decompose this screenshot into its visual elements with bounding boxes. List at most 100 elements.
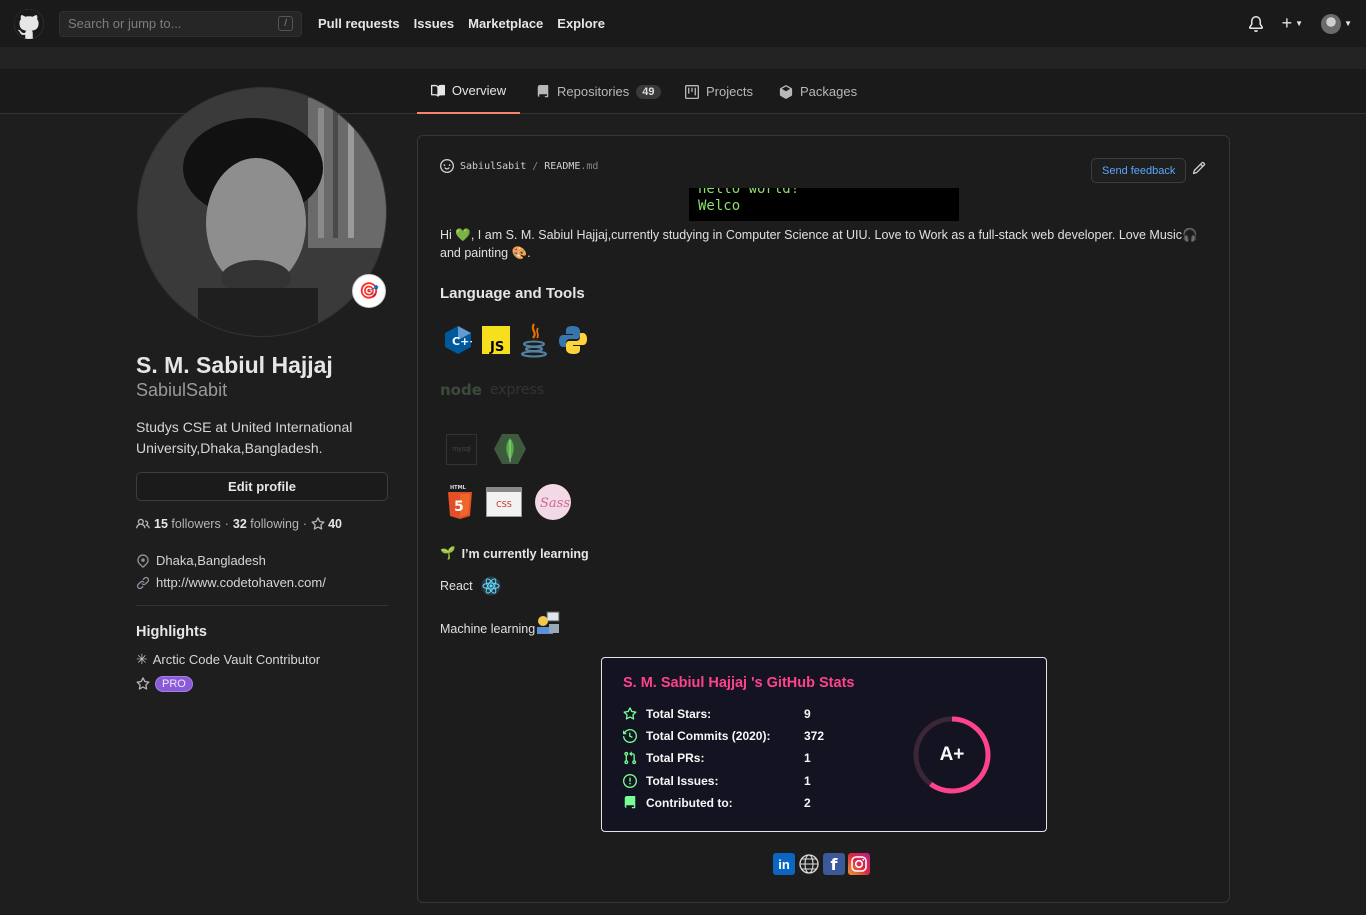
top-navigation-bar: / Pull requests Issues Marketplace Explo… (0, 0, 1366, 47)
people-icon (136, 518, 150, 529)
express-icon: express (489, 382, 545, 398)
smiley-icon (440, 159, 454, 173)
seedling-icon: 🌱 (440, 546, 456, 560)
stat-total-prs: Total PRs: 1 (623, 751, 811, 765)
following-link[interactable]: 32 following (233, 517, 299, 531)
profile-username: SabiulSabit (136, 380, 228, 400)
grade-label: A+ (939, 744, 965, 765)
facebook-icon[interactable]: f (823, 853, 845, 875)
history-icon (623, 729, 637, 743)
tab-repositories[interactable]: Repositories 49 (536, 69, 661, 114)
tab-overview[interactable]: Overview (417, 69, 520, 114)
nodejs-icon: node (440, 381, 482, 399)
star-icon (623, 707, 637, 720)
readme-file-link[interactable]: README.md (544, 161, 598, 172)
pencil-icon[interactable] (1192, 161, 1206, 175)
sidebar-divider (136, 605, 388, 606)
instagram-icon[interactable] (848, 853, 870, 875)
header-strip (0, 47, 1366, 69)
separator-dot: · (302, 517, 308, 531)
edit-profile-button[interactable]: Edit profile (136, 472, 388, 501)
status-emoji-button[interactable]: 🎯 (352, 274, 386, 308)
star-icon (311, 517, 325, 530)
readme-path: SabiulSabit / README.md (440, 159, 598, 173)
learning-machine-learning: Machine learning (440, 610, 561, 636)
highlights-title: Highlights (136, 624, 207, 640)
main-nav: Pull requests Issues Marketplace Explore (318, 16, 619, 31)
typing-banner: hello world! Welco (689, 188, 959, 221)
svg-text:HTML: HTML (450, 485, 467, 491)
database-icons: mysql (446, 432, 528, 466)
pull-request-icon (624, 751, 637, 765)
css3-icon: CSS (486, 487, 522, 517)
path-separator: / (532, 160, 539, 172)
nav-explore[interactable]: Explore (557, 16, 605, 31)
nav-issues[interactable]: Issues (414, 16, 454, 31)
tab-packages[interactable]: Packages (779, 69, 857, 114)
learning-heading: 🌱 I’m currently learning (440, 546, 589, 561)
link-icon (136, 576, 150, 589)
pro-badge: PRO (155, 676, 193, 692)
profile-readme: SabiulSabit / README.md Send feedback he… (417, 135, 1230, 903)
user-menu-dropdown[interactable]: ▼ (1321, 13, 1352, 34)
green-heart-icon: 💚 (455, 228, 471, 242)
repo-icon (624, 796, 636, 809)
java-icon (521, 323, 547, 358)
highlight-arctic-vault[interactable]: ✳ Arctic Code Vault Contributor (136, 651, 320, 668)
search-input[interactable] (68, 16, 258, 31)
followers-link[interactable]: 15 followers (154, 517, 221, 531)
search-box: / (59, 10, 302, 37)
send-feedback-button[interactable]: Send feedback (1091, 158, 1187, 183)
stars-link[interactable]: 40 (311, 517, 342, 531)
readme-intro: Hi 💚, I am S. M. Sabiul Hajjaj,currently… (440, 228, 1198, 260)
github-stats-card: S. M. Sabiul Hajjaj 's GitHub Stats Tota… (601, 657, 1047, 832)
robot-icon (537, 611, 560, 634)
social-links: in f (773, 853, 870, 875)
mongodb-icon (494, 434, 526, 464)
frontend-icons: HTML 5 CSS Sass (447, 484, 571, 520)
repo-count-badge: 49 (636, 84, 661, 99)
header-actions: + ▼ ▼ (1248, 13, 1352, 34)
svg-text:JS: JS (489, 340, 504, 354)
bell-icon[interactable] (1248, 15, 1264, 32)
create-new-dropdown[interactable]: + ▼ (1282, 13, 1303, 34)
package-icon (779, 84, 793, 99)
profile-bio: Studys CSE at United International Unive… (136, 419, 353, 456)
backend-icons: node express (440, 381, 544, 399)
tab-projects[interactable]: Projects (685, 69, 753, 114)
palette-icon: 🎨 (511, 246, 528, 260)
separator-dot: · (224, 517, 229, 531)
avatar (1321, 13, 1342, 34)
stat-total-stars: Total Stars: 9 (623, 707, 811, 721)
linkedin-icon[interactable]: in (773, 853, 795, 875)
follow-stats: 15 followers · 32 following · 40 (136, 517, 342, 531)
profile-website[interactable]: http://www.codetohaven.com/ (136, 575, 326, 590)
github-logo-icon[interactable] (14, 8, 44, 39)
repo-icon (537, 84, 549, 97)
readme-owner-link[interactable]: SabiulSabit (460, 161, 526, 172)
project-icon (685, 84, 699, 99)
stat-contributed-to: Contributed to: 2 (623, 796, 811, 810)
sass-icon: Sass (535, 484, 571, 520)
highlight-pro[interactable]: PRO (136, 676, 193, 692)
learning-react: React (440, 576, 501, 596)
profile-photo (138, 88, 386, 336)
headphone-icon: 🎧 (1182, 228, 1198, 242)
location-icon (137, 553, 149, 568)
svg-text:C++: C++ (452, 335, 472, 348)
stat-total-issues: Total Issues: 1 (623, 774, 811, 788)
profile-location: Dhaka,Bangladesh (136, 553, 266, 568)
issue-icon (623, 774, 637, 788)
nav-marketplace[interactable]: Marketplace (468, 16, 543, 31)
svg-text:Sass: Sass (540, 496, 570, 511)
language-tools-heading: Language and Tools (440, 285, 585, 302)
react-icon (481, 576, 501, 596)
python-icon (559, 326, 587, 354)
nav-pull-requests[interactable]: Pull requests (318, 16, 400, 31)
globe-icon[interactable] (798, 853, 820, 875)
html5-icon: HTML 5 (448, 485, 472, 519)
svg-text:5: 5 (454, 499, 464, 515)
mysql-icon: mysql (446, 433, 477, 465)
stat-total-commits: Total Commits (2020): 372 (623, 729, 824, 743)
profile-avatar[interactable] (137, 87, 387, 337)
